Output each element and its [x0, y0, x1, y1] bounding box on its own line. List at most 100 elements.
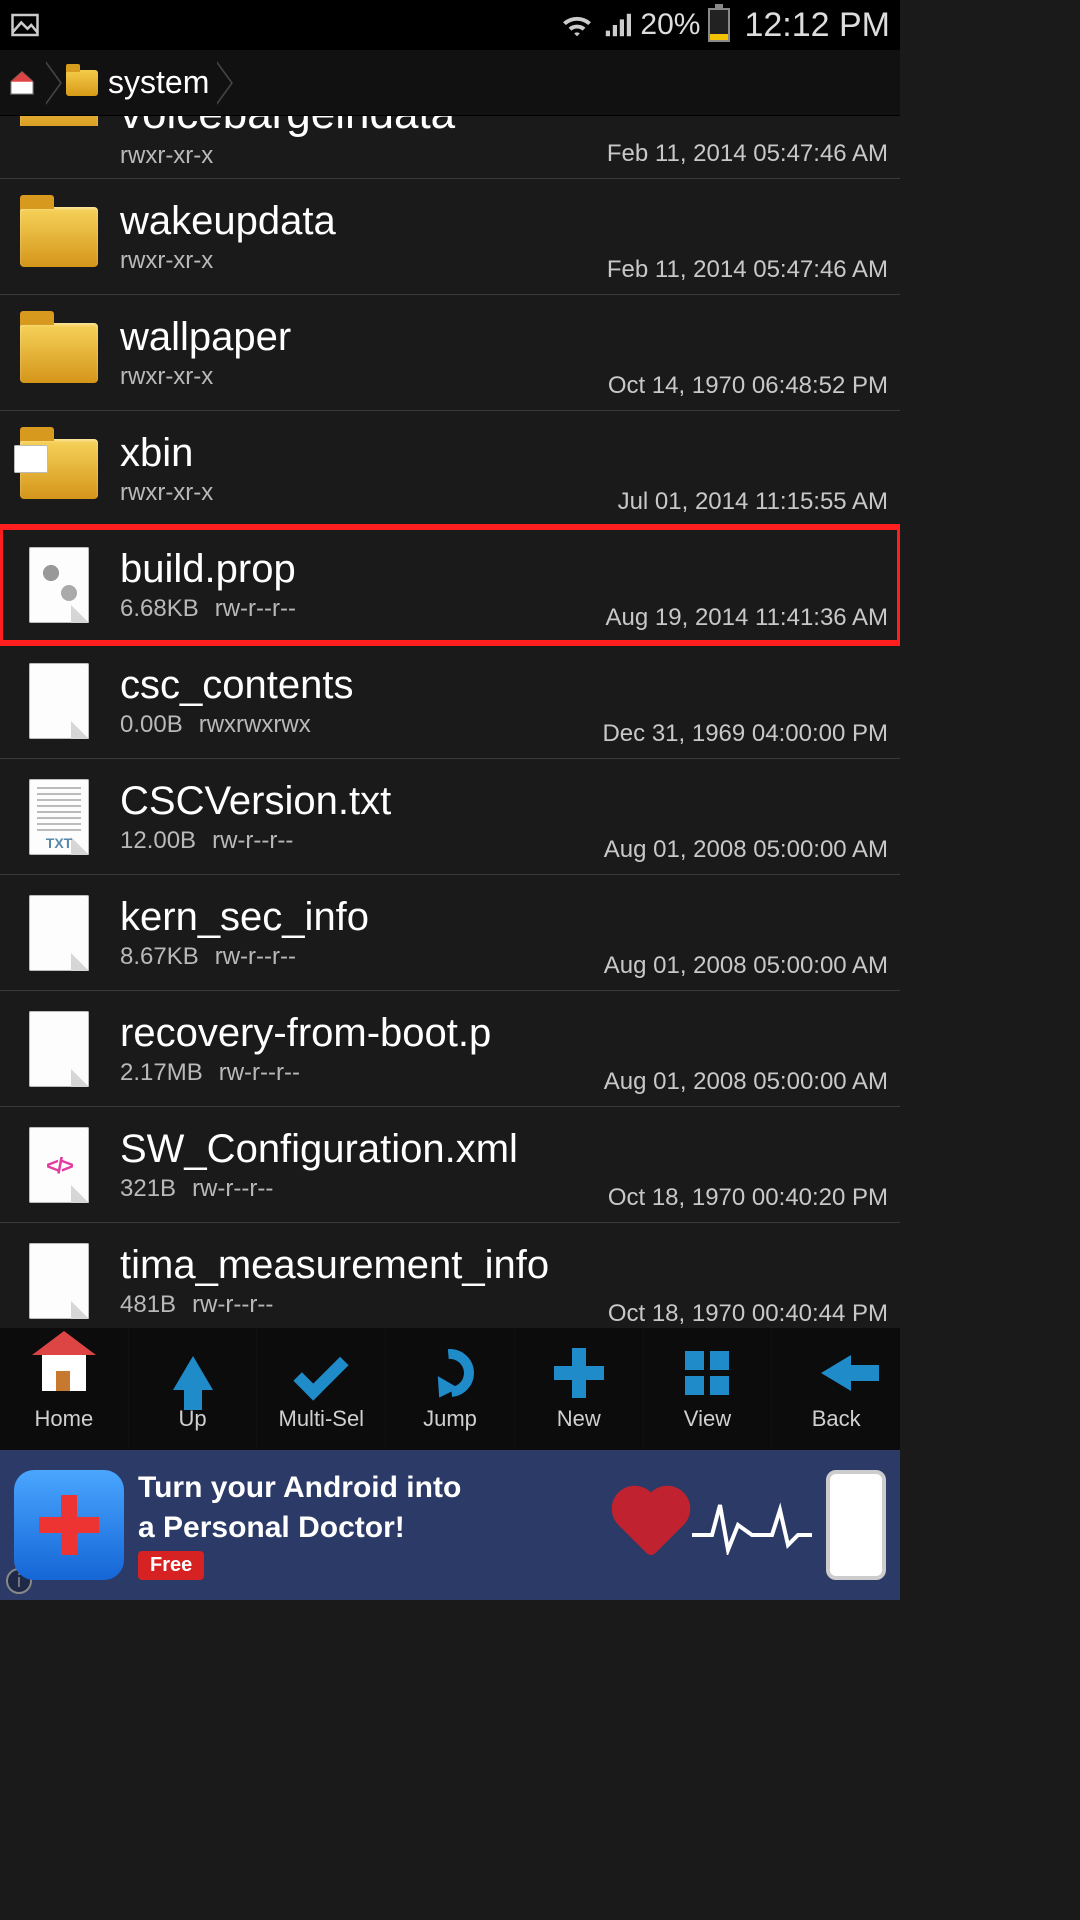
- file-icon: [29, 1243, 89, 1319]
- file-permissions: rw-r--r--: [215, 595, 296, 623]
- tool-label: New: [557, 1406, 601, 1432]
- file-size: 0.00B: [120, 711, 183, 739]
- list-item[interactable]: xbin rwxr-xr-x Jul 01, 2014 11:15:55 AM: [0, 411, 900, 527]
- file-name: xbin: [120, 431, 618, 475]
- multiselect-button[interactable]: Multi-Sel: [257, 1328, 386, 1450]
- ad-banner[interactable]: i Turn your Android into a Personal Doct…: [0, 1450, 900, 1600]
- breadcrumb-label: system: [108, 64, 209, 101]
- up-button[interactable]: Up: [129, 1328, 258, 1450]
- plus-icon: [554, 1348, 604, 1398]
- file-name: voicebargeindata: [120, 116, 607, 138]
- tool-label: Jump: [423, 1406, 477, 1432]
- xml-file-icon: </>: [29, 1127, 89, 1203]
- file-date: Aug 01, 2008 05:00:00 AM: [604, 836, 888, 866]
- folder-icon: [20, 116, 98, 126]
- tool-label: View: [684, 1406, 731, 1432]
- file-permissions: rwxr-xr-x: [120, 479, 213, 507]
- check-icon: [294, 1345, 349, 1400]
- file-permissions: rwxr-xr-x: [120, 142, 213, 170]
- arrow-left-icon: [821, 1355, 851, 1391]
- list-item[interactable]: kern_sec_info8.67KBrw-r--r--Aug 01, 2008…: [0, 875, 900, 991]
- folder-icon: [20, 439, 98, 499]
- file-size: 8.67KB: [120, 943, 199, 971]
- file-date: Oct 18, 1970 00:40:20 PM: [608, 1184, 888, 1214]
- tool-label: Multi-Sel: [279, 1406, 365, 1432]
- file-name: SW_Configuration.xml: [120, 1127, 608, 1171]
- wifi-icon: [560, 11, 594, 39]
- file-size: 321B: [120, 1175, 176, 1203]
- folder-icon: [66, 70, 98, 96]
- folder-icon: [20, 323, 98, 383]
- chevron-right-icon: [46, 61, 62, 105]
- file-size: 6.68KB: [120, 595, 199, 623]
- home-icon: [42, 1355, 86, 1391]
- signal-icon: [602, 11, 632, 39]
- battery-icon: [708, 8, 730, 42]
- jump-icon: [416, 1339, 484, 1407]
- home-icon[interactable]: [6, 67, 38, 99]
- file-icon: [29, 1011, 89, 1087]
- file-name: recovery-from-boot.p: [120, 1011, 604, 1055]
- back-button[interactable]: Back: [772, 1328, 900, 1450]
- ad-app-icon: [14, 1470, 124, 1580]
- file-name: csc_contents: [120, 663, 602, 707]
- file-name: wakeupdata: [120, 199, 607, 243]
- file-date: Aug 01, 2008 05:00:00 AM: [604, 1068, 888, 1098]
- list-item[interactable]: recovery-from-boot.p 2.17MB rw-r--r-- Aug 0…: [0, 991, 900, 1107]
- file-date: Oct 14, 1970 06:48:52 PM: [608, 372, 888, 402]
- txt-file-icon: TXT: [29, 779, 89, 855]
- list-item[interactable]: tima_measurement_info 481B rw-r--r-- Oct 18…: [0, 1223, 900, 1339]
- list-item[interactable]: TXTCSCVersion.txt12.00Brw-r--r--Aug 01, …: [0, 759, 900, 875]
- ad-badge: Free: [138, 1551, 204, 1580]
- home-button[interactable]: Home: [0, 1328, 129, 1450]
- jump-button[interactable]: Jump: [386, 1328, 515, 1450]
- chevron-right-icon: [217, 61, 233, 105]
- file-icon: [29, 663, 89, 739]
- file-name: build.prop: [120, 547, 606, 591]
- file-permissions: rw-r--r--: [192, 1291, 273, 1319]
- file-permissions: rw-r--r--: [215, 943, 296, 971]
- settings-file-icon: [29, 547, 89, 623]
- status-bar: 20% 12:12 PM: [0, 0, 900, 50]
- list-item[interactable]: </> SW_Configuration.xml 321B rw-r--r-- Oct …: [0, 1107, 900, 1223]
- file-permissions: rwxr-xr-x: [120, 247, 213, 275]
- phone-icon: [826, 1470, 886, 1580]
- file-name: tima_measurement_info: [120, 1243, 608, 1287]
- list-item[interactable]: voicebargeindata rwxr-xr-x Feb 11, 2014 05…: [0, 116, 900, 179]
- new-button[interactable]: New: [515, 1328, 644, 1450]
- file-permissions: rw-r--r--: [219, 1059, 300, 1087]
- file-icon: [29, 895, 89, 971]
- grid-icon: [685, 1351, 729, 1395]
- file-date: Dec 31, 1969 04:00:00 PM: [602, 720, 888, 750]
- bottom-toolbar: Home Up Multi-Sel Jump New View Back: [0, 1328, 900, 1450]
- list-item[interactable]: build.prop 6.68KB rw-r--r-- Aug 19, 2014 11…: [0, 527, 900, 643]
- file-permissions: rwxr-xr-x: [120, 363, 213, 391]
- tool-label: Back: [812, 1406, 861, 1432]
- ad-line1: Turn your Android into: [138, 1471, 614, 1505]
- heart-icon: [618, 1492, 683, 1557]
- file-date: Feb 11, 2014 05:47:46 AM: [607, 140, 888, 170]
- file-size: 2.17MB: [120, 1059, 203, 1087]
- file-date: Aug 19, 2014 11:41:36 AM: [606, 604, 888, 634]
- tool-label: Home: [35, 1406, 94, 1432]
- medical-cross-icon: [39, 1495, 99, 1555]
- file-date: Oct 18, 1970 00:40:44 PM: [608, 1300, 888, 1330]
- folder-icon: [20, 207, 98, 267]
- view-button[interactable]: View: [644, 1328, 773, 1450]
- list-item[interactable]: wallpaper rwxr-xr-x Oct 14, 1970 06:48:52 …: [0, 295, 900, 411]
- file-list[interactable]: voicebargeindata rwxr-xr-x Feb 11, 2014 05…: [0, 116, 900, 1360]
- file-permissions: rwxrwxrwx: [199, 711, 311, 739]
- file-name: wallpaper: [120, 315, 608, 359]
- ekg-icon: [692, 1495, 812, 1555]
- breadcrumb[interactable]: system: [0, 50, 900, 116]
- file-name: kern_sec_info: [120, 895, 604, 939]
- file-date: Jul 01, 2014 11:15:55 AM: [618, 488, 888, 518]
- file-size: 12.00B: [120, 827, 196, 855]
- file-permissions: rw-r--r--: [192, 1175, 273, 1203]
- list-item[interactable]: csc_contents 0.00B rwxrwxrwx Dec 31, 1969 0…: [0, 643, 900, 759]
- list-item[interactable]: wakeupdata rwxr-xr-x Feb 11, 2014 05:47:46…: [0, 179, 900, 295]
- image-icon: [10, 10, 40, 40]
- file-size: 481B: [120, 1291, 176, 1319]
- ad-line2: a Personal Doctor!: [138, 1511, 614, 1545]
- file-date: Feb 11, 2014 05:47:46 AM: [607, 256, 888, 286]
